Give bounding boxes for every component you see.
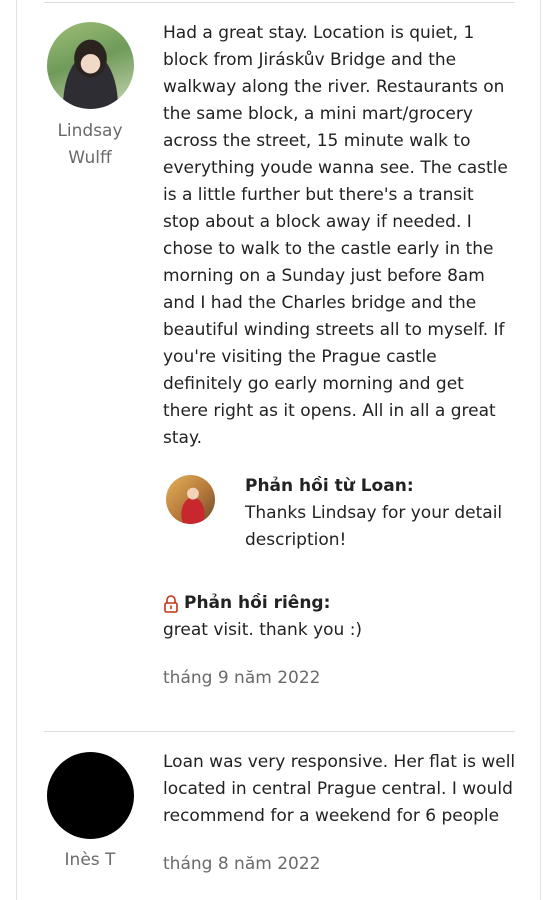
avatar[interactable] [47,22,134,109]
reviewer-name[interactable]: Inès T [40,847,140,874]
private-feedback-text: great visit. thank you :) [163,620,363,640]
reviewer-name[interactable]: Lindsay Wulff [40,118,140,172]
lock-icon [163,594,179,613]
host-avatar[interactable] [166,475,215,524]
host-response-title: Phản hồi từ Loan: [245,476,414,496]
left-border [16,0,17,900]
avatar[interactable] [47,752,134,839]
private-feedback-header: Phản hồi riêng: [163,590,330,617]
review-divider [44,731,515,732]
private-feedback-title: Phản hồi riêng: [184,593,331,613]
right-border [540,0,541,900]
review-date: tháng 8 năm 2022 [163,854,321,874]
review-text: Had a great stay. Location is quiet, 1 b… [163,23,508,448]
host-response-text: Thanks Lindsay for your detail descripti… [245,503,503,550]
top-divider [44,2,515,3]
review-date: tháng 9 năm 2022 [163,668,321,688]
review-text: Loan was very responsive. Her flat is we… [163,752,516,826]
